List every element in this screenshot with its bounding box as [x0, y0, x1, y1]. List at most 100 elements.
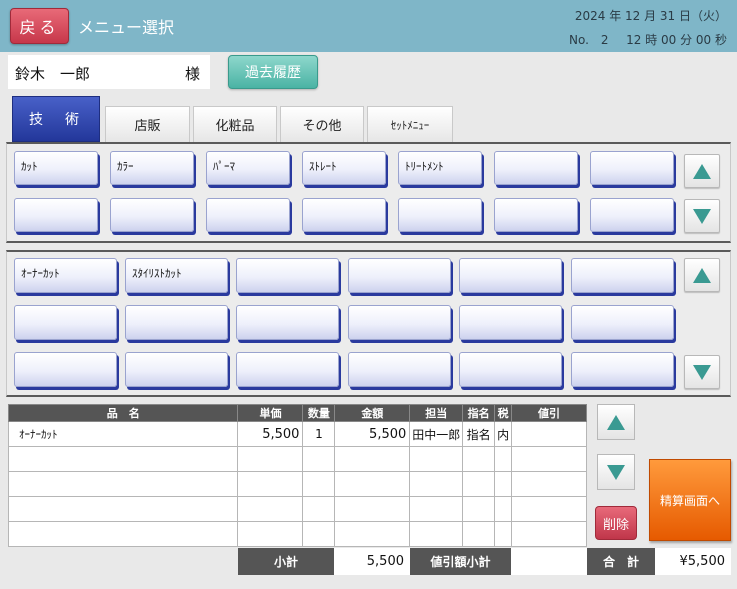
menu-button[interactable] [14, 305, 117, 340]
discount-subtotal-label: 値引額小計 [410, 548, 511, 575]
column-header: 単価 [237, 404, 304, 422]
column-header: 税 [494, 404, 513, 422]
table-cell [237, 471, 304, 497]
table-cell [334, 521, 411, 547]
menu-button[interactable]: ｶﾗｰ [110, 151, 194, 185]
history-button[interactable]: 過去履歴 [228, 55, 318, 89]
menu-button[interactable] [110, 198, 194, 232]
menu-button[interactable]: ﾊﾟｰﾏ [206, 151, 290, 185]
transaction-number: No. 2 [569, 33, 609, 47]
table-cell [334, 446, 411, 472]
time-display: 12 時 00 分 00 秒 [626, 33, 727, 47]
menu-button[interactable] [348, 305, 451, 340]
menu-button[interactable] [398, 198, 482, 232]
tab-technique[interactable]: 技 術 [12, 96, 100, 142]
table-cell [237, 446, 304, 472]
table-cell [511, 521, 587, 547]
menu-button[interactable] [236, 305, 339, 340]
order-table: 品 名 単価 数量 金額 担当 指名 税 値引 ｵｰﾅｰｶｯﾄ 5,500 1 … [7, 404, 587, 547]
column-header: 値引 [511, 404, 587, 422]
menu-button[interactable] [459, 258, 562, 293]
table-cell [494, 496, 513, 522]
menu-button[interactable]: ｽﾄﾚｰﾄ [302, 151, 386, 185]
menu-button[interactable] [590, 198, 674, 232]
table-cell [409, 496, 464, 522]
table-cell [302, 521, 336, 547]
header-bar: 戻る メニュー選択 2024 年 12 月 31 日（火） No. 2 12 時… [0, 0, 737, 52]
menu-button[interactable] [206, 198, 290, 232]
tab-cosmetics[interactable]: 化粧品 [193, 106, 277, 142]
checkout-button[interactable]: 精算画面へ [649, 459, 731, 541]
panel1-scroll-down-button[interactable] [684, 199, 720, 233]
menu-button[interactable] [302, 198, 386, 232]
table-cell [494, 471, 513, 497]
tab-set-menu[interactable]: ｾｯﾄﾒﾆｭｰ [367, 106, 453, 142]
menu-button[interactable]: ﾄﾘｰﾄﾒﾝﾄ [398, 151, 482, 185]
amount-cell: 5,500 [334, 421, 411, 447]
menu-button[interactable] [236, 258, 339, 293]
column-header: 担当 [409, 404, 464, 422]
menu-button[interactable] [494, 198, 578, 232]
table-scroll-down-button[interactable] [597, 454, 635, 490]
table-cell [237, 496, 304, 522]
table-cell [409, 471, 464, 497]
item-name-cell: ｵｰﾅｰｶｯﾄ [7, 421, 239, 447]
menu-button[interactable] [14, 198, 98, 232]
menu-button[interactable] [236, 352, 339, 387]
panel2-scroll-up-button[interactable] [684, 258, 720, 292]
column-header: 指名 [462, 404, 496, 422]
menu-button[interactable] [459, 352, 562, 387]
subtotal-label: 小計 [238, 548, 334, 575]
table-scroll-up-button[interactable] [597, 404, 635, 440]
arrow-down-icon [693, 364, 711, 380]
column-header: 金額 [334, 404, 411, 422]
table-cell [7, 521, 239, 547]
arrow-up-icon [607, 414, 625, 430]
table-cell [334, 471, 411, 497]
back-button[interactable]: 戻る [10, 8, 69, 44]
menu-button[interactable] [348, 352, 451, 387]
menu-button[interactable] [571, 352, 674, 387]
table-cell [462, 446, 496, 472]
table-cell [237, 521, 304, 547]
menu-button[interactable] [459, 305, 562, 340]
page-title: メニュー選択 [78, 18, 175, 37]
menu-button[interactable] [571, 258, 674, 293]
customer-name: 鈴木 一郎 [15, 65, 91, 83]
menu-button[interactable] [14, 352, 117, 387]
menu-button[interactable] [571, 305, 674, 340]
table-cell [302, 496, 336, 522]
table-row[interactable] [7, 496, 587, 522]
panel2-scroll-down-button[interactable] [684, 355, 720, 389]
technique-menu-panel: ｶｯﾄ ｶﾗｰ ﾊﾟｰﾏ ｽﾄﾚｰﾄ ﾄﾘｰﾄﾒﾝﾄ [6, 142, 731, 243]
menu-button[interactable] [590, 151, 674, 185]
customer-box: 鈴木 一郎 様 [8, 55, 210, 89]
menu-button[interactable] [125, 352, 228, 387]
tab-retail[interactable]: 店販 [105, 106, 190, 142]
table-cell [302, 471, 336, 497]
menu-button[interactable]: ｽﾀｲﾘｽﾄｶｯﾄ [125, 258, 228, 293]
table-cell [7, 471, 239, 497]
menu-button[interactable]: ｵｰﾅｰｶｯﾄ [14, 258, 117, 293]
table-row[interactable] [7, 446, 587, 472]
delete-button[interactable]: 削除 [595, 506, 637, 540]
panel1-scroll-up-button[interactable] [684, 154, 720, 188]
tab-other[interactable]: その他 [280, 106, 364, 142]
menu-button[interactable]: ｶｯﾄ [14, 151, 98, 185]
table-row[interactable]: ｵｰﾅｰｶｯﾄ 5,500 1 5,500 田中一郎 指名 内 [7, 421, 587, 447]
menu-button[interactable] [494, 151, 578, 185]
column-header: 品 名 [7, 404, 239, 422]
arrow-up-icon [693, 163, 711, 179]
table-header-row: 品 名 単価 数量 金額 担当 指名 税 値引 [7, 404, 587, 422]
menu-button[interactable] [125, 305, 228, 340]
discount-cell [511, 421, 587, 447]
table-row[interactable] [7, 521, 587, 547]
table-cell [511, 446, 587, 472]
table-cell [511, 471, 587, 497]
table-cell [462, 471, 496, 497]
date-display: 2024 年 12 月 31 日（火） [574, 9, 727, 23]
table-row[interactable] [7, 471, 587, 497]
table-cell [462, 521, 496, 547]
staff-menu-panel: ｵｰﾅｰｶｯﾄ ｽﾀｲﾘｽﾄｶｯﾄ [6, 250, 731, 397]
menu-button[interactable] [348, 258, 451, 293]
